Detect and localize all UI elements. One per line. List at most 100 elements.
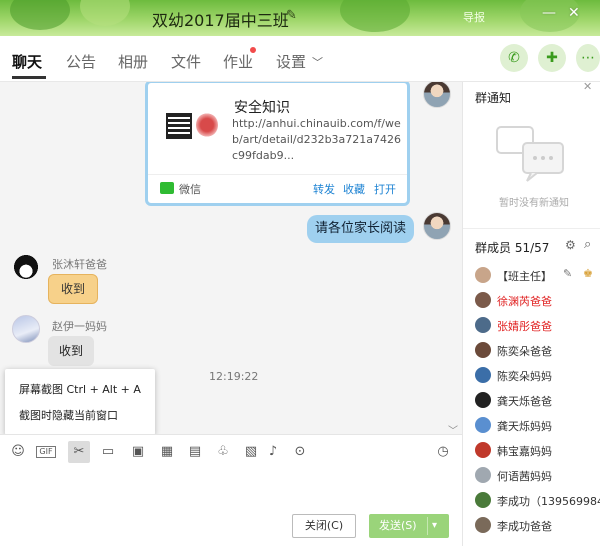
tab-settings[interactable]: 设置 [276, 51, 306, 72]
message-bubble[interactable]: 请各位家长阅读 [307, 215, 414, 243]
member-item[interactable]: 李成功爸爸 [475, 515, 600, 537]
member-item[interactable]: 陈奕朵妈妈 [475, 365, 600, 387]
open-link[interactable]: 打开 [374, 181, 396, 197]
message-timestamp: 12:19:22 [209, 370, 259, 383]
more-tools-icon[interactable]: ⊙ [289, 441, 311, 463]
folder-icon[interactable]: ▭ [97, 441, 119, 463]
right-panel: 群通知 ✕ 暂时没有新通知 群成员 51/57 ⚙ ⌕ ✎ ♚ 【班主任】 徐渊… [462, 80, 600, 546]
search-icon[interactable]: ⌕ [584, 237, 591, 252]
sticker-icon[interactable]: ▧ [240, 441, 262, 463]
card-footer: 微信 转发 收藏 打开 [148, 174, 407, 202]
input-area: ☺ GIF ✂ ▭ ▣ ▦ ▤ ♧ ▧ ♪ ⊙ ◷ 关闭(C) 发送(S) ▾ [0, 434, 462, 546]
avatar[interactable] [423, 212, 451, 240]
notice-empty-text: 暂时没有新通知 [499, 198, 569, 209]
member-name: 龚天烁妈妈 [497, 420, 552, 433]
member-avatar [475, 342, 491, 358]
member-name: 何语茜妈妈 [497, 470, 552, 483]
seal-icon [196, 113, 218, 137]
message-bubble[interactable]: 收到 [48, 336, 94, 366]
gift-icon[interactable]: ♧ [212, 441, 234, 463]
image-icon[interactable]: ▦ [156, 441, 178, 463]
title-bar: 双幼2017届中三班 ✎ 导报 — ✕ [0, 0, 600, 36]
tab-bar: 聊天 公告 相册 文件 作业 设置 ﹀ ✆ ✚ ⋯ [0, 36, 600, 82]
tab-files[interactable]: 文件 [171, 51, 201, 72]
gif-icon[interactable]: GIF [36, 446, 56, 458]
member-item[interactable]: 张婧彤爸爸 [475, 315, 600, 337]
window-title: 双幼2017届中三班 [152, 11, 289, 30]
share-card[interactable]: 安全知识 http://anhui.chinauib.com/f/web/art… [145, 82, 410, 206]
edit-title-icon[interactable]: ✎ [286, 8, 297, 23]
member-item[interactable]: 龚天烁爸爸 [475, 390, 600, 412]
member-name: 张婧彤爸爸 [497, 320, 552, 333]
member-item[interactable]: 徐渊芮爸爸 [475, 290, 600, 312]
chevron-down-icon[interactable]: ▾ [432, 514, 437, 538]
send-divider [427, 517, 428, 535]
member-name: 陈奕朵爸爸 [497, 345, 552, 358]
card-source: 微信 [179, 183, 201, 196]
close-button[interactable]: 关闭(C) [292, 514, 356, 538]
phone-icon[interactable]: ✆ [500, 44, 528, 72]
history-clock-icon[interactable]: ◷ [432, 441, 454, 463]
close-panel-icon[interactable]: ✕ [583, 80, 592, 93]
wechat-icon [160, 182, 174, 194]
member-item[interactable]: 陈奕朵爸爸 [475, 340, 600, 362]
chevron-down-icon[interactable]: ﹀ [312, 54, 323, 70]
member-name: 徐渊芮爸爸 [497, 295, 552, 308]
member-item[interactable]: 龚天烁妈妈 [475, 415, 600, 437]
active-tab-indicator [12, 76, 46, 79]
member-item[interactable]: 李成功（1395699845 [475, 490, 600, 512]
sound-label: 导报 [463, 11, 485, 24]
member-item[interactable]: 何语茜妈妈 [475, 465, 600, 487]
forward-link[interactable]: 转发 [313, 181, 335, 197]
close-icon[interactable]: ✕ [568, 5, 580, 21]
sender-name: 赵伊一妈妈 [52, 320, 107, 333]
avatar[interactable] [12, 315, 40, 343]
member-avatar [475, 492, 491, 508]
qr-code-icon [166, 113, 192, 139]
tab-announcement[interactable]: 公告 [66, 51, 96, 72]
panel-divider [463, 228, 600, 229]
scroll-down-icon[interactable]: ﹀ [448, 422, 458, 434]
favorite-link[interactable]: 收藏 [343, 181, 365, 197]
minimize-icon[interactable]: — [542, 5, 556, 21]
send-button[interactable]: 发送(S) ▾ [369, 514, 449, 538]
card-title: 安全知识 [234, 100, 290, 116]
member-name: 【班主任】 [497, 270, 552, 283]
screenshot-menu: 屏幕截图 Ctrl + Alt + A 截图时隐藏当前窗口 [5, 369, 155, 435]
menu-item-hide-window[interactable]: 截图时隐藏当前窗口 [19, 407, 118, 423]
member-name: 龚天烁爸爸 [497, 395, 552, 408]
member-avatar [475, 442, 491, 458]
member-avatar [475, 392, 491, 408]
member-name: 陈奕朵妈妈 [497, 370, 552, 383]
homework-badge [250, 47, 256, 53]
gift-box-icon[interactable]: ▤ [184, 441, 206, 463]
menu-item-screenshot[interactable]: 屏幕截图 Ctrl + Alt + A [19, 381, 141, 397]
message-bubble[interactable]: 收到 [48, 274, 98, 304]
member-avatar [475, 467, 491, 483]
group-notice-title: 群通知 [475, 91, 512, 105]
sender-name: 张沐轩爸爸 [52, 258, 107, 271]
more-icon[interactable]: ⋯ [576, 44, 600, 72]
member-item[interactable]: 韩宝嘉妈妈 [475, 440, 600, 462]
tab-chat[interactable]: 聊天 [12, 51, 42, 72]
member-avatar [475, 367, 491, 383]
bell-icon[interactable]: ♪ [262, 441, 284, 463]
member-item[interactable]: 【班主任】 [475, 265, 600, 287]
tab-homework[interactable]: 作业 [223, 51, 253, 72]
member-avatar [475, 417, 491, 433]
member-avatar [475, 517, 491, 533]
avatar[interactable] [423, 82, 451, 108]
emoji-icon[interactable]: ☺ [7, 441, 29, 463]
member-avatar [475, 317, 491, 333]
avatar[interactable] [12, 253, 40, 281]
member-settings-icon[interactable]: ⚙ [565, 238, 576, 252]
card-url[interactable]: http://anhui.chinauib.com/f/web/art/deta… [232, 116, 402, 164]
add-app-icon[interactable]: ✚ [538, 44, 566, 72]
member-avatar [475, 267, 491, 283]
members-title: 群成员 51/57 [475, 241, 550, 255]
tab-album[interactable]: 相册 [118, 51, 148, 72]
scissors-icon[interactable]: ✂ [68, 441, 90, 463]
member-avatar [475, 292, 491, 308]
member-name: 韩宝嘉妈妈 [497, 445, 552, 458]
video-icon[interactable]: ▣ [127, 441, 149, 463]
